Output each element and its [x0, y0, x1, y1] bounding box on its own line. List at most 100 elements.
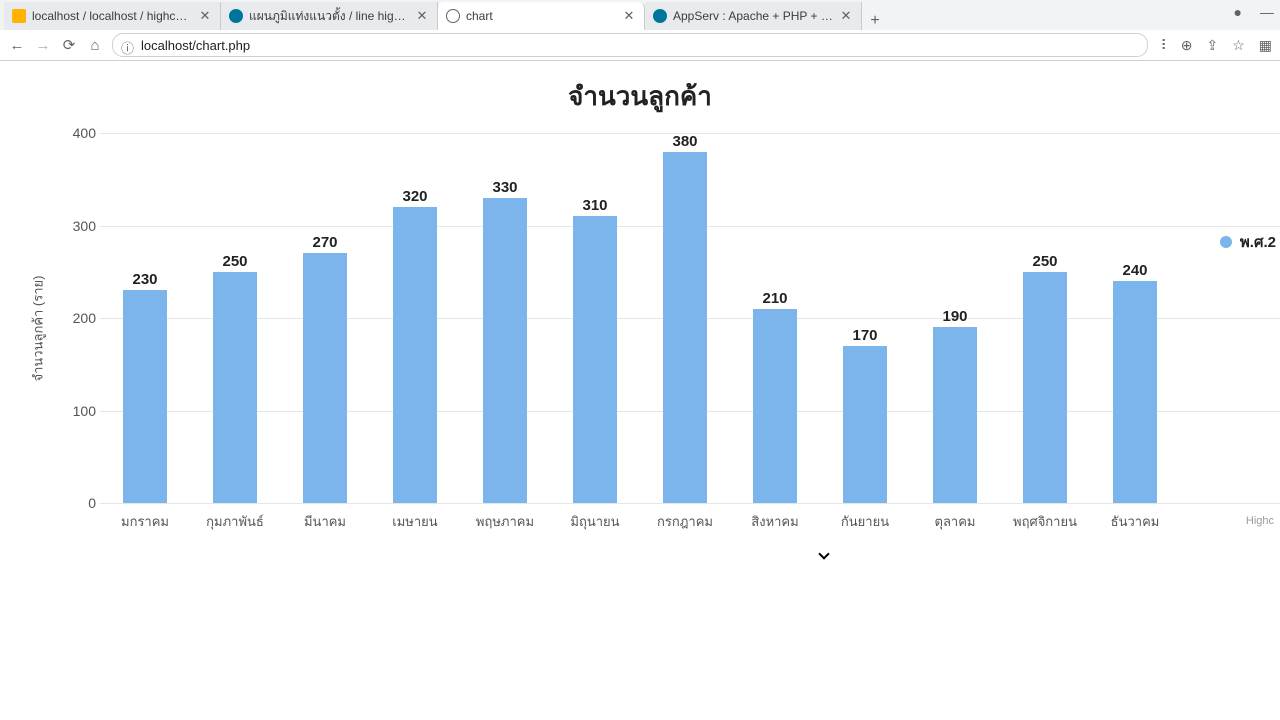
bar-rect — [753, 309, 797, 503]
x-tick-label: ธันวาคม — [1090, 511, 1180, 532]
globe-favicon-icon — [446, 9, 460, 23]
bar[interactable]: 330 — [460, 179, 550, 503]
x-axis-labels: มกราคมกุมภาพันธ์มีนาคมเมษายนพฤษภาคมมิถุน… — [100, 511, 1180, 532]
zoom-icon[interactable]: ⊕ — [1181, 37, 1193, 54]
mouse-cursor-icon — [820, 550, 832, 568]
chart-container: จำนวนลูกค้า จำนวนลูกค้า (ราย) 0 100 200 300… — [0, 70, 1280, 533]
bar[interactable]: 320 — [370, 188, 460, 503]
toolbar-right: ⠸ ⊕ ⇪ ☆ ▦ — [1156, 37, 1272, 54]
x-tick-label: มีนาคม — [280, 511, 370, 532]
bookmark-icon[interactable]: ☆ — [1232, 37, 1245, 54]
browser-tab[interactable]: chart ✕ — [438, 2, 645, 30]
bar[interactable]: 240 — [1090, 262, 1180, 503]
tab-strip: localhost / localhost / highcharts✕แผนภู… — [0, 0, 1280, 30]
x-tick-label: พฤศจิกายน — [1000, 511, 1090, 532]
x-tick-label: มกราคม — [100, 511, 190, 532]
y-tick-label: 200 — [73, 310, 96, 326]
bar-value-label: 250 — [1032, 253, 1057, 270]
bar-rect — [483, 198, 527, 503]
browser-tab[interactable]: localhost / localhost / highcharts ✕ — [4, 2, 221, 30]
bar-rect — [933, 327, 977, 503]
bar-value-label: 240 — [1122, 262, 1147, 279]
x-tick-label: มิถุนายน — [550, 511, 640, 532]
bar-value-label: 310 — [582, 197, 607, 214]
address-bar[interactable]: ⓘ localhost/chart.php — [112, 33, 1148, 57]
new-tab-button[interactable]: + — [862, 12, 888, 30]
bar[interactable]: 210 — [730, 290, 820, 503]
y-tick-label: 100 — [73, 403, 96, 419]
window-controls: ● — — [1234, 4, 1274, 20]
bar-value-label: 190 — [942, 308, 967, 325]
bar[interactable]: 380 — [640, 133, 730, 504]
page-body: จำนวนลูกค้า จำนวนลูกค้า (ราย) 0 100 200 300… — [0, 60, 1280, 720]
browser-chrome: ● — localhost / localhost / highcharts✕แ… — [0, 0, 1280, 61]
bar-rect — [663, 152, 707, 504]
url-text: localhost/chart.php — [141, 38, 250, 53]
y-axis-label: จำนวนลูกค้า (ราย) — [28, 276, 49, 382]
y-tick-label: 400 — [73, 125, 96, 141]
minimize-icon[interactable]: — — [1260, 4, 1274, 20]
x-tick-label: กันยายน — [820, 511, 910, 532]
bar[interactable]: 310 — [550, 197, 640, 503]
grid-line — [100, 503, 1280, 504]
x-tick-label: เมษายน — [370, 511, 460, 532]
bar[interactable]: 250 — [1000, 253, 1090, 503]
bar[interactable]: 250 — [190, 253, 280, 503]
plot-area: จำนวนลูกค้า (ราย) 0100200300400 23025027… — [50, 133, 1280, 533]
bar-value-label: 270 — [312, 234, 337, 251]
nav-bar: ← → ⟳ ⌂ ⓘ localhost/chart.php ⠸ ⊕ ⇪ ☆ ▦ — [0, 30, 1280, 60]
close-icon[interactable]: ✕ — [839, 8, 853, 24]
tab-title: localhost / localhost / highcharts — [32, 9, 194, 23]
bar[interactable]: 270 — [280, 234, 370, 503]
site-info-icon[interactable]: ⓘ — [121, 38, 135, 52]
chart-credit[interactable]: Highc — [1246, 515, 1274, 527]
bar-rect — [123, 290, 167, 503]
x-tick-label: กรกฎาคม — [640, 511, 730, 532]
x-tick-label: กุมภาพันธ์ — [190, 511, 280, 532]
bar-value-label: 330 — [492, 179, 517, 196]
bar-rect — [1113, 281, 1157, 503]
y-tick-label: 300 — [73, 218, 96, 234]
browser-tab[interactable]: AppServ : Apache + PHP + MYSQL ✕ — [645, 2, 862, 30]
y-axis: จำนวนลูกค้า (ราย) 0100200300400 — [50, 133, 100, 503]
bar-value-label: 170 — [852, 327, 877, 344]
bar-value-label: 380 — [672, 133, 697, 150]
y-tick-label: 0 — [88, 495, 96, 511]
account-icon[interactable]: ● — [1234, 4, 1242, 20]
legend-label: พ.ศ.2 — [1240, 230, 1276, 254]
bar[interactable]: 190 — [910, 308, 1000, 503]
reload-button[interactable]: ⟳ — [60, 36, 78, 54]
tab-title: AppServ : Apache + PHP + MYSQL — [673, 9, 835, 23]
home-button[interactable]: ⌂ — [86, 36, 104, 54]
chart-legend[interactable]: พ.ศ.2 — [1220, 230, 1276, 254]
extension-icon[interactable]: ▦ — [1259, 37, 1272, 54]
bar-rect — [1023, 272, 1067, 503]
bars-group: 230 250 270 320 330 310 380 210 170 190 250 240 — [100, 133, 1180, 503]
wp-favicon-icon — [229, 9, 243, 23]
pma-favicon-icon — [12, 9, 26, 23]
bar-rect — [393, 207, 437, 503]
tab-title: แผนภูมิแท่งแนวตั้ง / line highchart — [249, 7, 411, 26]
chart-title: จำนวนลูกค้า — [0, 76, 1280, 117]
bar-rect — [213, 272, 257, 503]
bar[interactable]: 230 — [100, 271, 190, 503]
bar-value-label: 230 — [132, 271, 157, 288]
bar-rect — [573, 216, 617, 503]
bar-value-label: 320 — [402, 188, 427, 205]
bar-value-label: 250 — [222, 253, 247, 270]
translate-icon[interactable]: ⠸ — [1156, 37, 1166, 54]
bar[interactable]: 170 — [820, 327, 910, 503]
forward-button[interactable]: → — [34, 36, 52, 54]
x-tick-label: สิงหาคม — [730, 511, 820, 532]
wp-favicon-icon — [653, 9, 667, 23]
bar-rect — [303, 253, 347, 503]
close-icon[interactable]: ✕ — [198, 8, 212, 24]
tab-title: chart — [466, 9, 618, 23]
browser-tab[interactable]: แผนภูมิแท่งแนวตั้ง / line highchart✕ — [221, 2, 438, 30]
close-icon[interactable]: ✕ — [415, 8, 429, 24]
close-icon[interactable]: ✕ — [622, 8, 636, 24]
bar-value-label: 210 — [762, 290, 787, 307]
share-icon[interactable]: ⇪ — [1206, 37, 1218, 54]
x-tick-label: พฤษภาคม — [460, 511, 550, 532]
back-button[interactable]: ← — [8, 36, 26, 54]
